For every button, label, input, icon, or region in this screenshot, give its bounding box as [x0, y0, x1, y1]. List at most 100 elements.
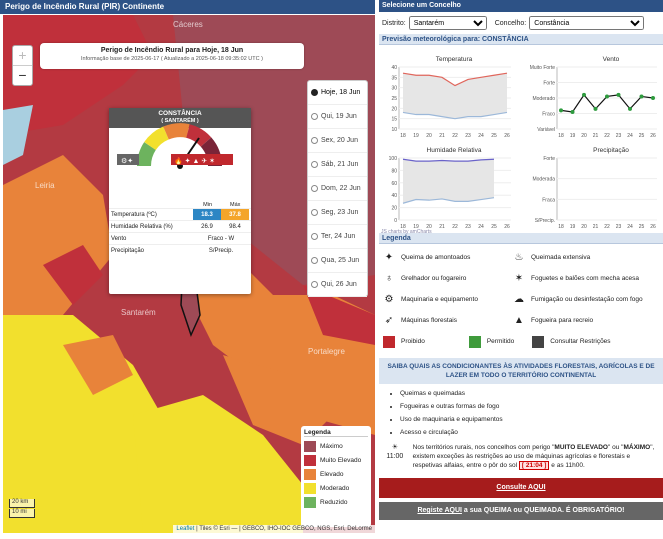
day-option[interactable]: Ter, 24 Jun — [308, 225, 367, 249]
map-attribution: Leaflet | Tiles © Esri — | GEBCO, IHO-IO… — [173, 525, 375, 533]
zoom-out-button[interactable]: − — [13, 66, 32, 86]
fire-risk-map[interactable]: Cáceres Leiria Santarém Portalegre + − P… — [3, 15, 375, 533]
map-title: Perigo de Incêndio Rural para Hoje, 18 J… — [100, 47, 244, 54]
day-option[interactable]: Qui, 26 Jun — [308, 273, 367, 297]
legend-row: ✦ Queima de amontoados ♨ Queimada extensiv… — [384, 251, 591, 263]
chart-y-tick-label: 40 — [391, 65, 397, 71]
legend-swatch — [304, 468, 316, 480]
legend-row: ⚙ Maquinaria e equipamento ☁ Fumigação ou … — [384, 293, 643, 305]
chart-x-tick-label: 25 — [491, 224, 497, 230]
wind-marker — [605, 94, 609, 99]
popup-row-wind: Vento Fraco - W — [109, 232, 251, 244]
chart-x-tick-label: 21 — [593, 133, 599, 139]
chart-range-area — [403, 73, 507, 119]
day-option[interactable]: Sáb, 21 Jun — [308, 153, 367, 177]
wind-marker — [559, 108, 563, 113]
chart-title: Precipitação — [593, 147, 629, 154]
chart-y-tick-label: Fraco — [542, 112, 555, 118]
day-option[interactable]: Qua, 25 Jun — [308, 249, 367, 273]
sunset-time: [ 21:04 ] — [518, 461, 550, 470]
place-label-santarem: Santarém — [121, 308, 156, 317]
chart-x-tick-label: 24 — [627, 133, 633, 139]
map-legend: Legenda Máximo Muito Elevado Elevado Mod… — [301, 426, 371, 527]
info-list: Queimas e queimadas Fogueiras e outras f… — [379, 387, 663, 439]
chart-x-tick-label: 26 — [650, 133, 656, 139]
chart-x-tick-label: 21 — [593, 224, 599, 230]
scale-bar: 20 km 10 mi — [9, 499, 35, 519]
chart-y-tick-label: Moderado — [532, 96, 555, 102]
chart-x-tick-label: 25 — [491, 133, 497, 139]
precipitation-value: S/Precip. — [208, 248, 234, 254]
wind-value: Fraco - W — [207, 236, 235, 242]
info-title: SAIBA QUAIS AS CONDICIONANTES ÀS ATIVIDA… — [379, 358, 663, 384]
svg-text:🔥 ✦ ▲ ✈ ✶: 🔥 ✦ ▲ ✈ ✶ — [174, 156, 215, 165]
chart-x-tick-label: 26 — [504, 224, 510, 230]
chart-y-tick-label: 20 — [391, 206, 397, 212]
side-header: Selecione um Concelho — [379, 0, 663, 12]
day-option[interactable]: Sex, 20 Jun — [308, 129, 367, 153]
status-legend-row: Proibido Permitido Consultar Restrições — [383, 331, 659, 352]
day-option[interactable]: Seg, 23 Jun — [308, 201, 367, 225]
radio-icon — [311, 161, 318, 168]
chart-x-tick-label: 24 — [627, 224, 633, 230]
consult-here-button[interactable]: Consulte AQUI — [379, 478, 663, 498]
campfire-icon: ▲ — [514, 314, 524, 326]
legend-swatch — [304, 496, 316, 508]
chart-x-tick-label: 18 — [558, 133, 564, 139]
popup-row-temperature: Temperatura (ºC) 18.3 37.8 — [109, 208, 251, 220]
day-option[interactable]: Qui, 19 Jun — [308, 105, 367, 129]
chart-x-tick-label: 25 — [639, 133, 645, 139]
county-popup: CONSTÂNCIA ( SANTARÉM ) ⚙✦ 🔥 ✦ ▲ ✈ ✶ Min… — [109, 108, 251, 294]
chart-x-tick-label: 23 — [616, 224, 622, 230]
radio-icon — [311, 185, 318, 192]
humidity-max: 98.4 — [229, 224, 241, 230]
exception-rule: ☀ 11:00 Nos territórios rurais, nos conce… — [379, 439, 663, 474]
leaflet-link[interactable]: Leaflet — [176, 526, 194, 532]
radio-icon — [311, 89, 318, 96]
min-header: Min — [203, 202, 213, 208]
fumigation-icon: ☁ — [514, 293, 524, 305]
district-label: Distrito: — [382, 19, 406, 27]
chart-x-tick-label: 19 — [413, 133, 419, 139]
chart-x-tick-label: 25 — [639, 224, 645, 230]
chart-x-tick-label: 22 — [604, 224, 610, 230]
forecast-charts-svg: Temperatura4035302520151018 19 20 21 22 23 24 2… — [381, 56, 657, 235]
status-swatch — [532, 335, 545, 348]
chainsaw-icon: ➶ — [384, 314, 394, 326]
chart-x-tick-label: 23 — [465, 224, 471, 230]
radio-icon — [311, 281, 318, 288]
legend-item: Reduzido — [304, 495, 368, 509]
zoom-in-button[interactable]: + — [13, 46, 32, 66]
day-option[interactable]: Dom, 22 Jun — [308, 177, 367, 201]
chart-y-tick-label: Forte — [543, 156, 555, 162]
fireworks-icon: ✶ — [514, 272, 524, 284]
day-option[interactable]: Hoje, 18 Jun — [308, 81, 367, 105]
chart-title: Vento — [603, 56, 620, 63]
info-section: SAIBA QUAIS AS CONDICIONANTES ÀS ATIVIDA… — [379, 358, 663, 439]
district-select[interactable]: Santarém — [408, 16, 487, 30]
legend-swatch — [304, 440, 316, 452]
legend-item: Máximo — [304, 439, 368, 453]
radio-icon — [311, 209, 318, 216]
place-label-caceres: Cáceres — [173, 20, 203, 29]
wind-marker — [651, 96, 655, 100]
county-select[interactable]: Constância — [529, 16, 645, 30]
chart-range-area — [403, 159, 494, 204]
chart-y-tick-label: Fraca — [542, 197, 555, 203]
chart-x-tick-label: 26 — [504, 133, 510, 139]
max-header: Máx — [229, 202, 241, 208]
svg-text:⚙✦: ⚙✦ — [121, 157, 133, 165]
chart-y-tick-label: 35 — [391, 75, 397, 81]
chart-y-tick-label: 10 — [391, 127, 397, 133]
radio-icon — [311, 233, 318, 240]
chart-x-tick-label: 22 — [604, 133, 610, 139]
radio-icon — [311, 113, 318, 120]
register-burning-button[interactable]: Registe AQUI a sua QUEIMA ou QUEIMADA. É… — [379, 502, 663, 520]
popup-row-humidity: Humidade Relativa (%) 26.9 98.4 — [109, 220, 251, 232]
wind-marker — [570, 109, 575, 114]
chart-y-tick-label: Moderada — [532, 177, 555, 183]
rule-text: Nos territórios rurais, nos concelhos co… — [412, 444, 655, 470]
legend-swatch — [304, 482, 316, 494]
chart-x-tick-label: 22 — [452, 133, 458, 139]
chart-y-tick-label: 30 — [391, 86, 397, 92]
